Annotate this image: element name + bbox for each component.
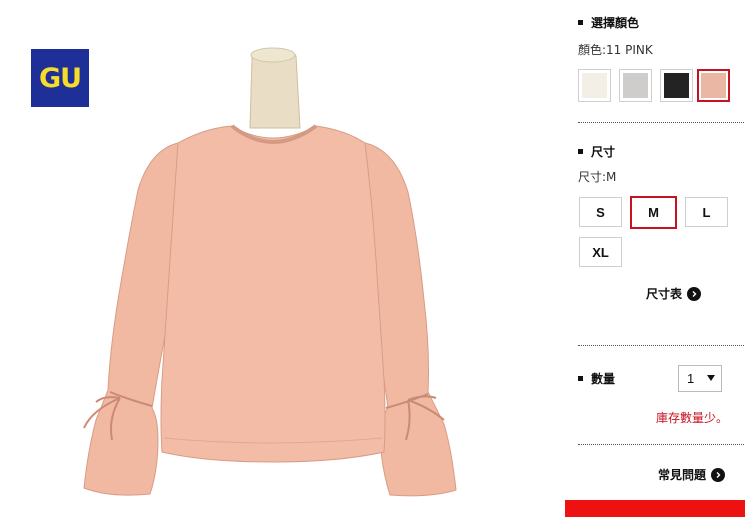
stock-warning: 庫存數量少。 [655,411,728,425]
size-button-s[interactable]: S [579,197,622,227]
garment-body [160,125,386,463]
divider [578,345,744,346]
color-swatch-gray[interactable] [619,69,652,102]
chevron-right-icon [687,286,702,301]
add-to-cart-bar[interactable] [565,500,745,517]
color-swatch-off-white[interactable] [578,69,611,102]
bullet-icon [578,149,583,154]
selected-size-label: 尺寸:M [578,170,617,184]
size-section-title: 尺寸 [578,143,615,160]
swatch-chip [701,73,726,98]
size-button-m[interactable]: M [630,196,677,229]
bullet-icon [578,376,583,381]
selected-color-label: 顏色:11 PINK [578,43,653,57]
chevron-right-icon [711,467,726,482]
options-panel: 選擇顏色 顏色:11 PINK 尺寸 尺寸:M S M L XL 尺寸表 數量 … [566,0,750,517]
quantity-section-title: 數量 [578,370,615,387]
swatch-chip [664,73,689,98]
swatch-chip [582,73,607,98]
divider [578,444,744,445]
color-swatch-pink[interactable] [697,69,730,102]
garment-illustration [83,47,457,497]
product-image: GU [0,0,560,517]
size-chart-link[interactable]: 尺寸表 [646,285,702,302]
swatch-chip [623,73,648,98]
color-swatch-black[interactable] [660,69,693,102]
bullet-icon [578,20,583,25]
size-button-xl[interactable]: XL [579,237,622,267]
mannequin-top [250,47,296,63]
divider [578,122,744,123]
quantity-select[interactable]: 1 [678,365,722,392]
faq-link[interactable]: 常見問題 [658,466,726,483]
size-button-l[interactable]: L [685,197,728,227]
caret-down-icon [707,375,715,381]
color-section-title: 選擇顏色 [578,14,639,31]
quantity-value: 1 [687,371,695,386]
